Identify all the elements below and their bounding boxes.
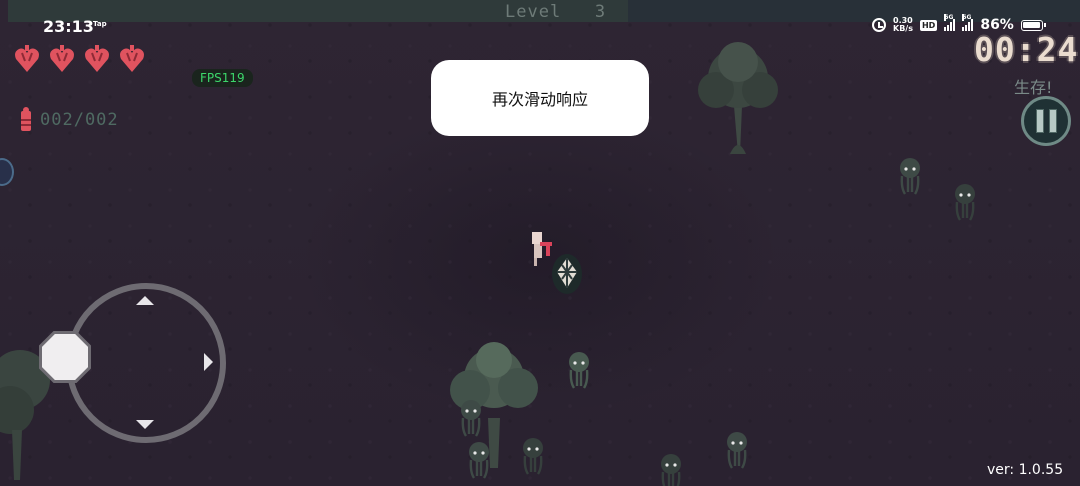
health-hearts [14, 44, 145, 74]
player-shield [552, 254, 582, 294]
status-tag: Tap [93, 20, 107, 28]
enemy-squid [469, 442, 489, 479]
alarm-icon [872, 18, 886, 32]
heart-icon [85, 45, 109, 72]
bullet-icon [21, 107, 31, 131]
hd-badge: HD [919, 19, 938, 31]
net-speed-unit: KB/s [893, 24, 913, 33]
enemy-squid [955, 184, 975, 221]
joystick-knob[interactable] [42, 334, 88, 380]
signal-icon: 5G [962, 14, 974, 31]
heart-icon [50, 45, 74, 72]
enemy-squid [569, 352, 589, 389]
version-label: ver: 1.0.55 [987, 462, 1064, 478]
arrow-down-icon [136, 420, 154, 429]
status-time: 23:13 [43, 17, 94, 36]
enemy-squid [900, 158, 920, 195]
objective-label: 生存! [1014, 78, 1053, 97]
toast-message: 再次滑动响应 [431, 60, 649, 136]
tree-top-right [698, 42, 778, 154]
heart-icon [120, 45, 144, 72]
arrow-up-icon [136, 296, 154, 305]
signal-icon: 5G [944, 14, 956, 31]
level-indicator: Level 3 [505, 2, 606, 22]
fps-counter: FPS119 [192, 69, 253, 87]
enemy-squid [523, 438, 543, 475]
signal-label: 5G [944, 14, 954, 21]
enemy-squid [727, 432, 747, 469]
arrow-right-icon [204, 353, 213, 371]
ammo-count: 002/002 [40, 110, 119, 130]
level-label: Level [505, 2, 562, 22]
level-value: 3 [594, 2, 607, 22]
heart-icon [15, 45, 39, 72]
pause-button[interactable] [1021, 96, 1071, 146]
signal-label: 5G [962, 14, 972, 21]
toast-text: 再次滑动响应 [491, 90, 588, 109]
enemy-squid [461, 400, 481, 437]
pause-icon [1035, 109, 1044, 133]
ammo-display: 002/002 [20, 107, 119, 133]
net-speed: 0.30 KB/s [893, 17, 913, 33]
survival-timer: 00:24 [974, 30, 1079, 69]
enemy-squid [661, 454, 681, 486]
battery-icon [1020, 19, 1046, 31]
pause-icon [1048, 109, 1057, 133]
